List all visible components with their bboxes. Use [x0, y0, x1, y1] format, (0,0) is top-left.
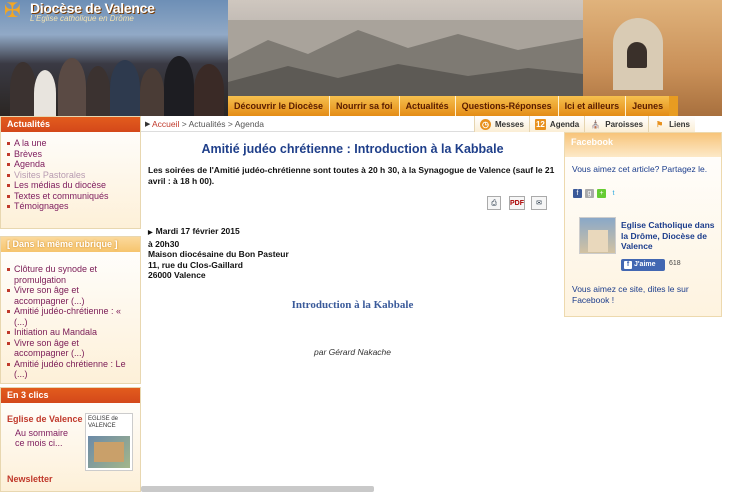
- event-arrow-icon: ▶: [148, 230, 153, 236]
- horizontal-scrollbar[interactable]: [141, 486, 374, 492]
- news-item[interactable]: Textes et communiqués: [7, 191, 134, 202]
- same-section-item[interactable]: Amitié judéo chrétienne : Le (...): [7, 359, 134, 380]
- tool-liens-label: Liens: [669, 119, 690, 129]
- twitter-share-icon[interactable]: t: [609, 189, 618, 198]
- event-city: 26000 Valence: [148, 270, 206, 280]
- tool-messes[interactable]: ◷ Messes: [474, 116, 529, 132]
- event-venue: Maison diocésaine du Bon Pasteur: [148, 249, 289, 259]
- nav-actualites[interactable]: Actualités: [399, 96, 456, 116]
- eglise-magazine-thumbnail[interactable]: EGLISE de VALENCE: [85, 413, 133, 471]
- news-panel-title: Actualités: [1, 117, 140, 132]
- tool-liens[interactable]: ⚑ Liens: [648, 116, 695, 132]
- same-section-item[interactable]: Amitié judéo-chrétienne : « (...): [7, 306, 134, 327]
- facebook-page-name[interactable]: Eglise Catholique dans la Drôme, Diocèse…: [621, 220, 721, 252]
- article-subtitle: Introduction à la Kabbale: [291, 299, 414, 311]
- tool-agenda[interactable]: 12 Agenda: [528, 116, 585, 132]
- event-details: ▶ Mardi 17 février 2015 à 20h30 Maison di…: [148, 226, 448, 281]
- magazine-cover-image: [88, 436, 130, 468]
- event-date: Mardi 17 février 2015: [155, 226, 240, 236]
- news-item[interactable]: Témoignages: [7, 201, 134, 212]
- news-panel: Actualités A la une Brèves Agenda Visite…: [0, 116, 141, 229]
- article-actions: ⎙ PDF ✉: [487, 196, 547, 210]
- left-sidebar: Actualités A la une Brèves Agenda Visite…: [0, 116, 141, 492]
- like-count: 618: [669, 260, 681, 267]
- share-icons: f g + t: [573, 189, 633, 199]
- event-street: 11, rue du Clos-Gaillard: [148, 259, 243, 270]
- breadcrumb-home[interactable]: Accueil: [152, 119, 179, 129]
- same-section-panel: [ Dans la même rubrique ] Clôture du syn…: [0, 236, 141, 384]
- church-icon: ⛪: [590, 119, 601, 129]
- same-section-item[interactable]: Vivre son âge et accompagner (...): [7, 338, 134, 359]
- event-time: à 20h30: [148, 238, 180, 249]
- facebook-title: Facebook: [565, 133, 721, 157]
- tool-agenda-label: Agenda: [549, 119, 580, 129]
- same-section-title: [ Dans la même rubrique ]: [1, 237, 140, 252]
- nav-ici-ailleurs[interactable]: Ici et ailleurs: [558, 96, 627, 116]
- cross-logo-icon: ✠: [4, 0, 21, 22]
- clock-icon: ◷: [480, 118, 491, 130]
- share-article-text: Vous aimez cet article? Partagez le.: [572, 164, 708, 174]
- bell-icon: [627, 42, 647, 68]
- google-share-icon[interactable]: g: [585, 189, 594, 198]
- page: ✠ Diocèse de Valence L'Eglise catholique…: [0, 0, 738, 492]
- news-item[interactable]: Brèves: [7, 149, 134, 160]
- plus-share-icon[interactable]: +: [597, 189, 606, 198]
- calendar-icon: 12: [534, 118, 546, 130]
- three-clicks-title: En 3 clics: [1, 388, 140, 403]
- news-item[interactable]: A la une: [7, 138, 134, 149]
- article-title: Amitié judéo chrétienne : Introduction à…: [201, 142, 504, 156]
- facebook-share-icon[interactable]: f: [573, 189, 582, 198]
- same-section-item[interactable]: Clôture du synode et promulgation: [7, 264, 134, 285]
- article: Amitié judéo chrétienne : Introduction à…: [141, 132, 564, 492]
- nav-jeunes[interactable]: Jeunes: [626, 96, 670, 116]
- like-button[interactable]: f J'aime: [621, 259, 665, 271]
- article-author: par Gérard Nakache: [313, 347, 391, 357]
- facebook-page-image[interactable]: [579, 217, 616, 254]
- nav-decouvrir[interactable]: Découvrir le Diocèse: [228, 96, 331, 116]
- like-site-text: Vous aimez ce site, dites le sur Faceboo…: [572, 284, 689, 305]
- tool-messes-label: Messes: [495, 119, 524, 129]
- like-label: J'aime: [634, 261, 656, 268]
- nav-nourrir[interactable]: Nourrir sa foi: [330, 96, 400, 116]
- logo-tagline: L'Eglise catholique en Drôme: [30, 14, 134, 23]
- quick-tools: ◷ Messes 12 Agenda ⛪ Paroisses ⚑ Liens: [474, 116, 722, 132]
- breadcrumb-path: > Actualités > Agenda: [181, 119, 265, 129]
- eglise-thumb-label: EGLISE de VALENCE: [88, 416, 119, 429]
- nav-questions[interactable]: Questions-Réponses: [455, 96, 559, 116]
- facebook-panel: Facebook Vous aimez cet article? Partage…: [564, 132, 722, 317]
- same-section-item[interactable]: Initiation au Mandala: [7, 327, 134, 338]
- header-banner: ✠ Diocèse de Valence L'Eglise catholique…: [0, 0, 722, 116]
- eglise-de-valence-title[interactable]: Eglise de Valence: [7, 414, 83, 424]
- eglise-summary-link[interactable]: Au sommaire ce mois ci...: [15, 428, 79, 448]
- tool-paroisses[interactable]: ⛪ Paroisses: [584, 116, 649, 132]
- print-icon[interactable]: ⎙: [487, 196, 501, 210]
- news-item[interactable]: Visites Pastorales: [7, 170, 134, 181]
- pdf-icon[interactable]: PDF: [509, 196, 525, 210]
- flag-icon: ⚑: [655, 119, 664, 129]
- email-icon[interactable]: ✉: [531, 196, 547, 210]
- site-logo[interactable]: ✠ Diocèse de Valence L'Eglise catholique…: [4, 0, 162, 24]
- news-item[interactable]: Agenda: [7, 159, 134, 170]
- facebook-icon: f: [624, 261, 632, 269]
- article-intro: Les soirées de l'Amitié judéo-chrétienne…: [148, 165, 555, 186]
- breadcrumb-arrow-icon: ▶: [145, 121, 151, 128]
- same-section-item[interactable]: Vivre son âge et accompagner (...): [7, 285, 134, 306]
- main-nav: Découvrir le Diocèse Nourrir sa foi Actu…: [228, 96, 678, 116]
- tool-paroisses-label: Paroisses: [605, 119, 644, 129]
- news-item[interactable]: Les médias du diocèse: [7, 180, 134, 191]
- newsletter-title[interactable]: Newsletter: [7, 474, 53, 484]
